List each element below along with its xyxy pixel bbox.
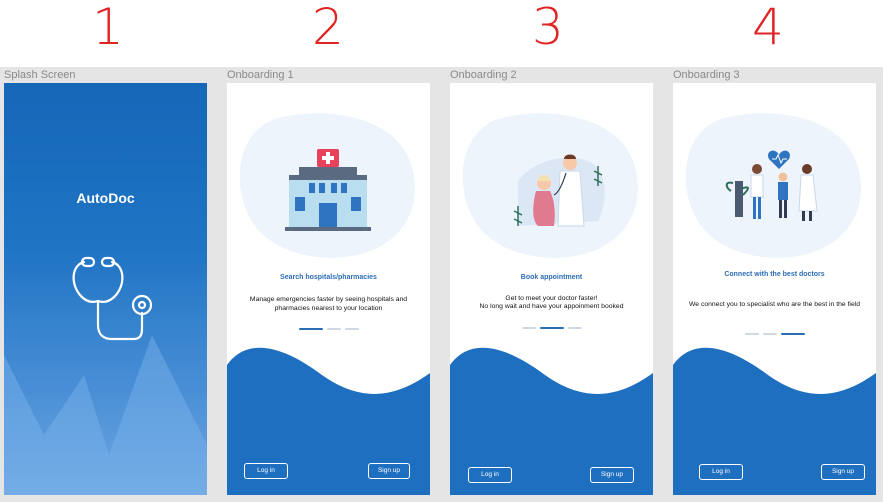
onboarding-3-frame: Connect with the best doctors We connect…	[673, 83, 876, 495]
onboarding-1-frame: Search hospitals/pharmacies Manage emerg…	[227, 83, 430, 495]
page-dot-2[interactable]	[326, 328, 341, 330]
page-indicator	[227, 328, 430, 330]
page-dot-3[interactable]	[567, 327, 582, 329]
frame-label-onboarding-1[interactable]: Onboarding 1	[227, 69, 294, 81]
step-number-1: 1	[92, 0, 124, 56]
onboarding-2-description-line2: No long wait and have your appoinment bo…	[479, 303, 624, 310]
page-indicator	[450, 327, 653, 329]
frame-label-splash[interactable]: Splash Screen	[4, 69, 76, 81]
login-button[interactable]: Log in	[468, 467, 512, 483]
page-dot-2[interactable]	[762, 333, 777, 335]
signup-button[interactable]: Sign up	[590, 467, 634, 483]
page-dot-1[interactable]	[521, 327, 536, 329]
signup-button[interactable]: Sign up	[368, 463, 410, 479]
frame-label-onboarding-3[interactable]: Onboarding 3	[673, 69, 740, 81]
onboarding-2-title: Book appointment	[520, 274, 583, 281]
page-dot-1[interactable]	[744, 333, 759, 335]
step-number-4: 4	[752, 0, 784, 56]
step-number-3: 3	[532, 0, 564, 56]
hospital-illustration	[239, 113, 415, 258]
page-dot-2[interactable]	[539, 327, 564, 329]
page-dot-1[interactable]	[298, 328, 323, 330]
onboarding-1-title: Search hospitals/pharmacies	[280, 274, 377, 281]
onboarding-2-frame: Book appointment Get to meet your doctor…	[450, 83, 653, 495]
doctors-team-illustration	[685, 113, 861, 258]
signup-button[interactable]: Sign up	[821, 464, 865, 480]
app-name: AutoDoc	[76, 190, 135, 206]
onboarding-3-title: Connect with the best doctors	[724, 271, 825, 278]
stethoscope-icon	[72, 256, 153, 341]
frame-label-onboarding-2[interactable]: Onboarding 2	[450, 69, 517, 81]
page-dot-3[interactable]	[780, 333, 805, 335]
mountain-background	[4, 335, 207, 495]
login-button[interactable]: Log in	[244, 463, 288, 479]
splash-screen-frame: AutoDoc	[4, 83, 207, 495]
doctor-patient-illustration	[462, 113, 638, 258]
step-number-2: 2	[312, 0, 344, 56]
page-dot-3[interactable]	[344, 328, 359, 330]
page-indicator	[673, 333, 876, 335]
login-button[interactable]: Log in	[699, 464, 743, 480]
onboarding-1-description: Manage emergencies faster by seeing hosp…	[249, 296, 408, 312]
onboarding-3-description: We connect you to specialist who are the…	[688, 301, 861, 308]
